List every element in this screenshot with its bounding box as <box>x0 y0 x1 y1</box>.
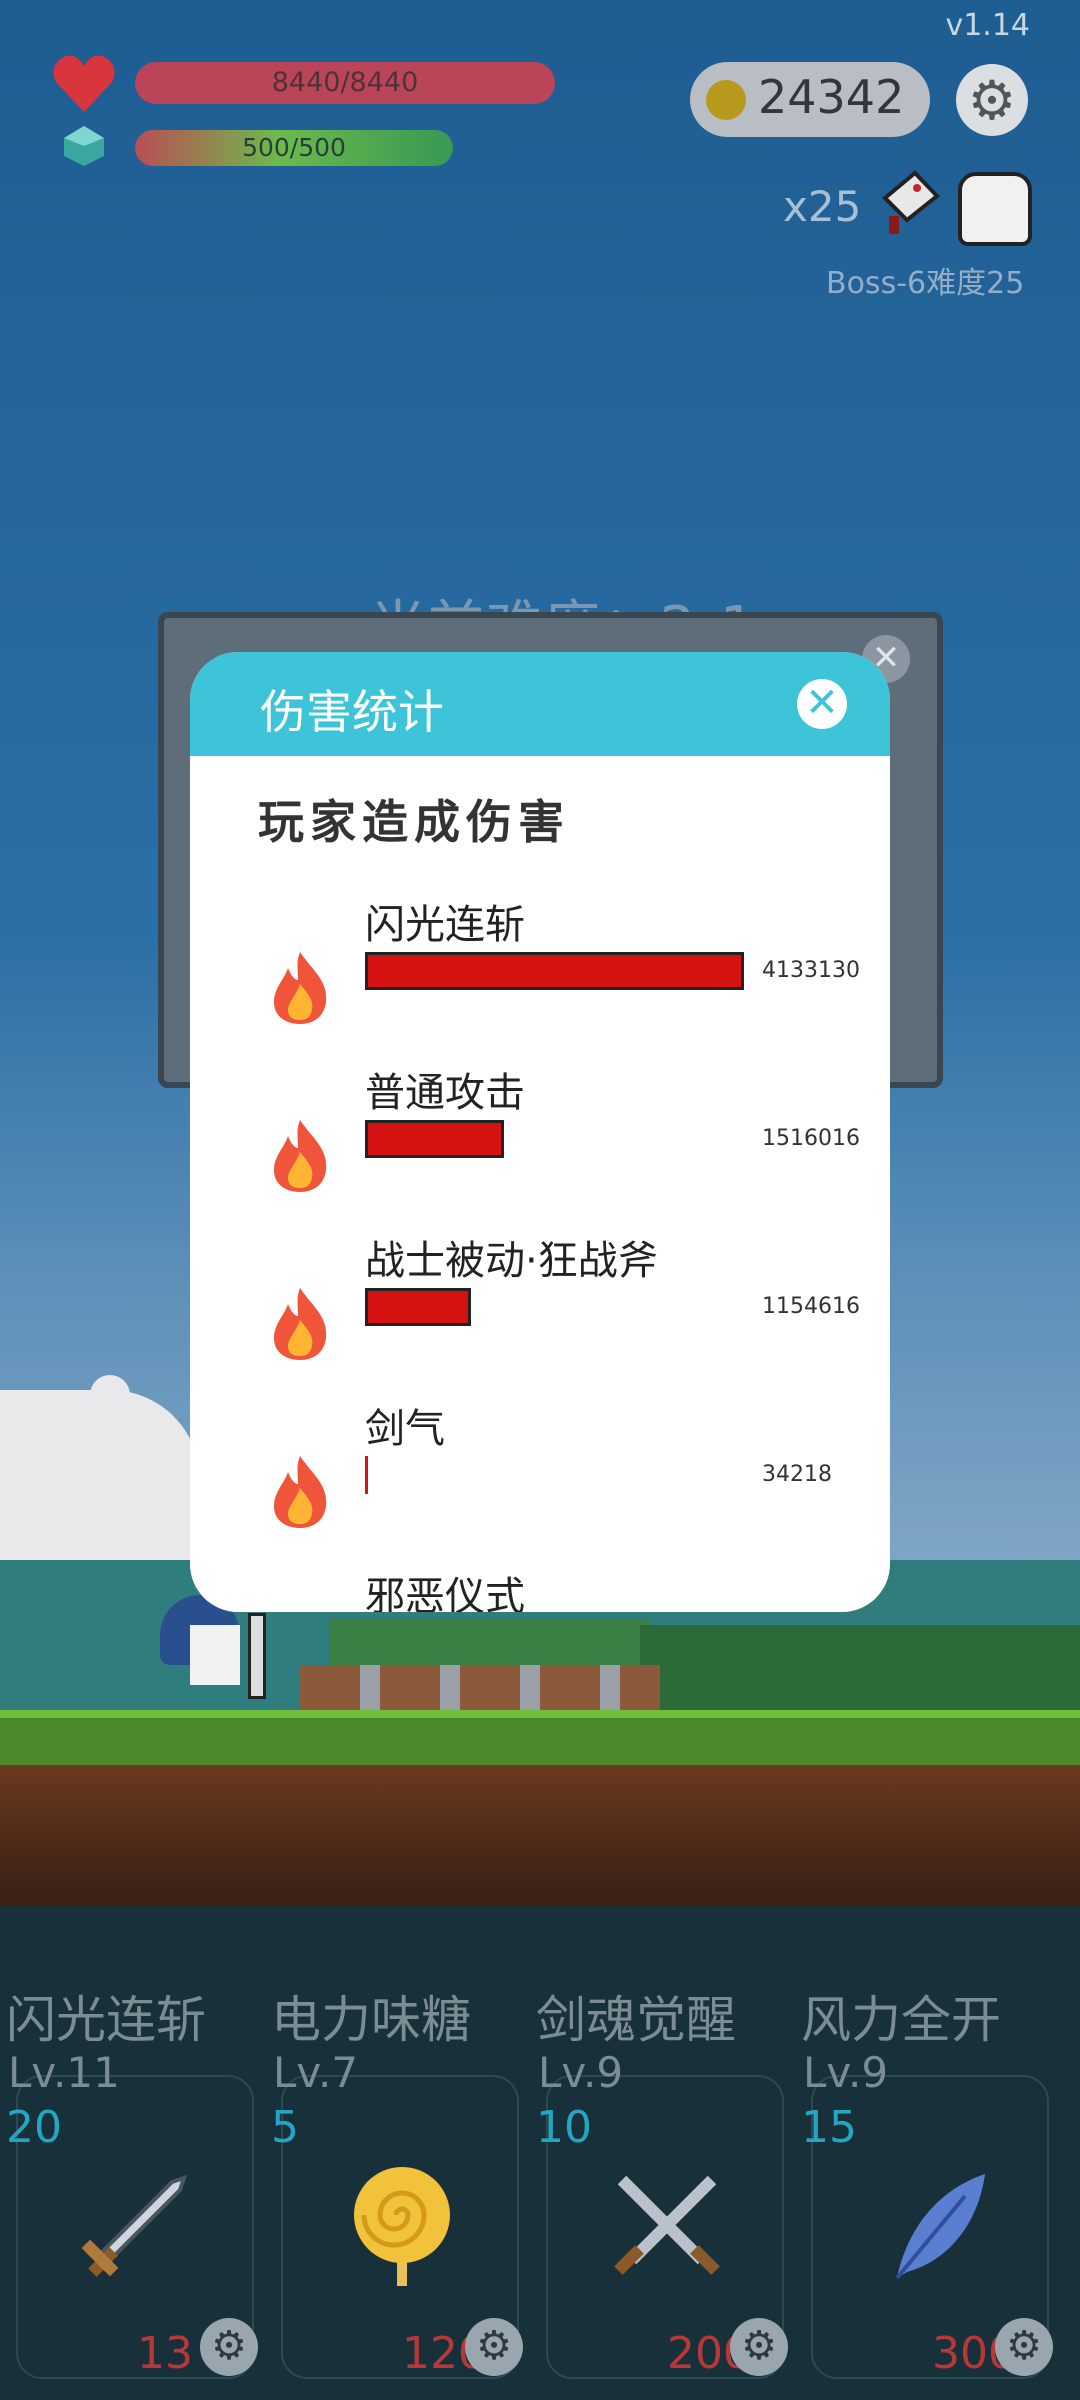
damage-skill-name: 闪光连斩 <box>365 902 525 948</box>
mana-crystal-icon <box>64 126 104 166</box>
upgrade-gear-icon[interactable]: ⚙ <box>995 2318 1053 2376</box>
heart-icon <box>53 55 115 112</box>
trees <box>640 1625 1080 1715</box>
close-icon[interactable]: ✕ <box>797 679 847 729</box>
damage-skill-name: 战士被动·狂战斧 <box>365 1238 658 1284</box>
lollipop-icon <box>337 2160 467 2290</box>
damage-value: 4133130 <box>762 958 860 983</box>
ghost-boss-icon[interactable] <box>958 172 1032 246</box>
damage-value: 1154616 <box>762 1294 860 1319</box>
fire-icon <box>268 1454 332 1530</box>
skill-cost: 5 <box>271 2102 299 2153</box>
damage-row: 闪光连斩 4133130 <box>190 892 890 1042</box>
grass <box>0 1710 1080 1773</box>
skill-cost: 10 <box>536 2102 592 2153</box>
upgrade-gear-icon[interactable]: ⚙ <box>465 2318 523 2376</box>
section-title: 玩家造成伤害 <box>258 795 570 849</box>
skill-name: 风力全开 <box>801 1991 1001 2049</box>
settings-gear-icon[interactable]: ⚙ <box>956 64 1028 136</box>
skill-level: Lv.7 <box>273 2048 359 2097</box>
damage-skill-name: 邪恶仪式 <box>365 1574 525 1612</box>
skill-name: 闪光连斩 <box>6 1991 206 2049</box>
damage-value: 34218 <box>762 1462 832 1487</box>
fire-icon <box>268 950 332 1026</box>
crossed-swords-icon <box>602 2160 732 2290</box>
coin-icon <box>706 80 746 120</box>
knight-sword <box>248 1613 266 1699</box>
fence <box>300 1665 660 1710</box>
upgrade-gear-icon[interactable]: ⚙ <box>200 2318 258 2376</box>
skill-card[interactable]: 电力味糖 Lv.7 5 120 ⚙ <box>267 1980 523 2380</box>
damage-bar <box>365 952 744 990</box>
version-label: v1.14 <box>945 8 1030 43</box>
damage-bar <box>365 1456 368 1494</box>
skill-card[interactable]: 风力全开 Lv.9 15 300 ⚙ <box>797 1980 1053 2380</box>
skill-card[interactable]: 闪光连斩 Lv.11 20 13 ⚙ <box>2 1980 258 2380</box>
damage-skill-name: 剑气 <box>365 1406 445 1452</box>
fire-icon <box>268 1286 332 1362</box>
boss-difficulty-label: Boss-6难度25 <box>826 266 1025 301</box>
damage-bar <box>365 1120 504 1158</box>
damage-stats-dialog: 伤害统计 ✕ 玩家造成伤害 闪光连斩 4133130 普通攻击 1516016 战士被动… <box>190 652 890 1612</box>
skill-card[interactable]: 剑魂觉醒 Lv.9 10 200 ⚙ <box>532 1980 788 2380</box>
dialog-title: 伤害统计 <box>260 685 444 739</box>
dirt <box>0 1765 1080 1905</box>
damage-value: 1516016 <box>762 1126 860 1151</box>
damage-row: 战士被动·狂战斧 1154616 <box>190 1228 890 1378</box>
knight-face <box>190 1625 240 1685</box>
damage-skill-name: 普通攻击 <box>365 1070 525 1116</box>
dialog-header: 伤害统计 ✕ <box>190 652 890 756</box>
skill-cost: 15 <box>801 2102 857 2153</box>
sword-icon <box>72 2160 202 2290</box>
damage-row: 剑气 34218 <box>190 1396 890 1546</box>
damage-row: 普通攻击 1516016 <box>190 1060 890 1210</box>
damage-row: 邪恶仪式 <box>190 1564 890 1612</box>
skill-name: 电力味糖 <box>271 1991 471 2049</box>
skill-level: Lv.9 <box>538 2048 624 2097</box>
skill-level: Lv.11 <box>8 2048 120 2097</box>
hp-bar: 8440/8440 <box>135 62 555 104</box>
damage-bar <box>365 1288 471 1326</box>
upgrade-gear-icon[interactable]: ⚙ <box>730 2318 788 2376</box>
cleaver-icon <box>882 170 940 234</box>
skill-name: 剑魂觉醒 <box>536 1991 736 2049</box>
upgrade-price: 13 <box>137 2328 193 2379</box>
cloud-puff <box>90 1375 130 1415</box>
skill-level: Lv.9 <box>803 2048 889 2097</box>
mp-bar: 500/500 <box>135 130 453 166</box>
fire-icon <box>268 1118 332 1194</box>
skill-cost: 20 <box>6 2102 62 2153</box>
gold-value: 24342 <box>758 70 905 124</box>
boss-multiplier: x25 <box>783 182 862 231</box>
feather-icon <box>867 2160 997 2290</box>
gold-counter: 24342 <box>690 62 930 137</box>
